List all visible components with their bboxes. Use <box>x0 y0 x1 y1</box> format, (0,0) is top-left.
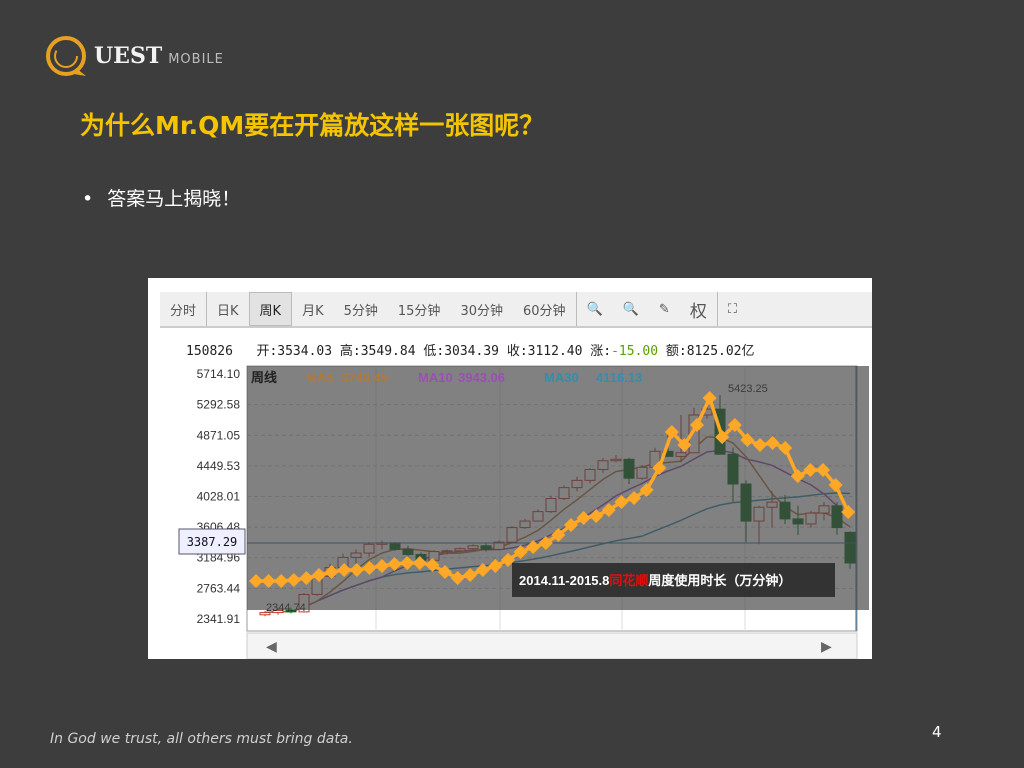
y-tick-label: 5292.58 <box>197 398 241 412</box>
caption-text: 2014.11-2015.8同花顺周度使用时长（万分钟） <box>519 573 791 588</box>
logo-text: UEST <box>94 43 163 69</box>
page-number: 4 <box>932 723 942 741</box>
legend-text: 3943.06 <box>458 370 505 385</box>
footer-quote: In God we trust, all others must bring d… <box>50 731 353 747</box>
y-tick-label: 5714.10 <box>197 367 241 381</box>
caption-part: 2014.11-2015.8 <box>519 573 609 588</box>
y-tick-label: 2341.91 <box>197 612 241 626</box>
legend-text: 周线 <box>251 370 277 385</box>
caption-part: 同花顺 <box>609 573 648 588</box>
legend-text: 3740.45 <box>341 370 388 385</box>
bullet-text: 答案马上揭晓！ <box>107 188 241 210</box>
scrollbar <box>246 632 858 659</box>
stock-chart-screenshot: 分时 日K 周K 月K 5分钟 15分钟 30分钟 60分钟 🔍 🔍 ✎ 权 ⛶… <box>148 278 872 659</box>
legend-text: MA10 <box>418 370 453 385</box>
crosshair-value: 3387.29 <box>187 535 238 549</box>
y-tick-label: 4028.01 <box>197 489 241 503</box>
legend-text: MA5 <box>306 370 333 385</box>
legend-text: 4116.13 <box>596 370 642 385</box>
logo-q-icon <box>44 34 90 78</box>
scroll-left-arrow-icon: ◀ <box>266 638 277 654</box>
y-tick-label: 4449.53 <box>197 459 241 473</box>
logo-subtext: MOBILE <box>168 51 224 67</box>
legend-text: MA30 <box>544 370 579 385</box>
kline-chart[interactable]: 5714.105292.584871.054449.534028.013606.… <box>148 278 872 659</box>
y-tick-label: 4871.05 <box>197 428 241 442</box>
caption-part: 周度使用时长（万分钟） <box>648 573 791 588</box>
y-tick-label: 2763.44 <box>197 581 241 595</box>
quest-mobile-logo: UEST MOBILE <box>44 34 224 78</box>
slide-title: 为什么Mr.QM要在开篇放这样一张图呢？ <box>80 111 545 140</box>
scroll-right-arrow-icon: ▶ <box>821 638 832 654</box>
bullet-item: • 答案马上揭晓！ <box>82 188 241 210</box>
